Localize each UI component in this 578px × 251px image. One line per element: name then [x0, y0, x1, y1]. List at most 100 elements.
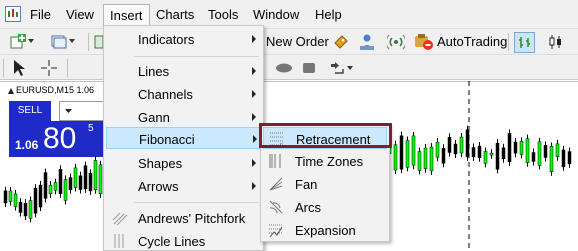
ellipse-icon[interactable] — [275, 63, 293, 73]
rectangle-icon[interactable] — [302, 62, 316, 74]
menu-item-arrows[interactable]: Arrows — [106, 175, 261, 197]
candle-body — [43, 172, 48, 199]
bar-chart-icon — [519, 37, 530, 48]
crosshair-icon[interactable] — [41, 60, 57, 76]
menu-item-gann[interactable]: Gann — [106, 106, 261, 128]
menu-item-label: Fibonacci — [139, 132, 195, 147]
candle-body — [58, 169, 63, 194]
candle-body — [399, 135, 404, 170]
autotrading-button[interactable]: AutoTrading — [437, 34, 507, 49]
candle-body — [78, 175, 83, 190]
menu-window[interactable]: Window — [247, 6, 305, 24]
submenu-arrow-icon — [252, 113, 256, 121]
candle-body — [447, 137, 452, 153]
submenu-arrow-icon — [252, 90, 256, 98]
new-chart-icon[interactable] — [10, 34, 26, 50]
menu-charts[interactable]: Charts — [150, 6, 200, 24]
submenu-item-label: Arcs — [295, 200, 321, 215]
submenu-arrow-icon — [252, 159, 256, 167]
candle-body — [18, 201, 23, 213]
autotrading-icon[interactable] — [414, 33, 434, 51]
menu-item-label: Arrows — [138, 179, 179, 194]
menu-item-andrews-pitchfork[interactable]: Andrews' Pitchfork — [106, 207, 261, 229]
candle-body — [68, 177, 73, 190]
chevron-down-icon[interactable] — [69, 39, 75, 43]
candle-body — [435, 141, 440, 158]
candle-body — [13, 193, 18, 207]
candle-body — [429, 146, 434, 172]
candle-body — [98, 164, 103, 194]
lot-size-field[interactable] — [59, 101, 105, 121]
submenu-item-expansion[interactable]: Expansion — [263, 219, 387, 241]
chevron-down-icon[interactable] — [65, 109, 72, 113]
sell-button[interactable]: SELL — [9, 101, 51, 121]
menu-item-indicators[interactable]: Indicators — [106, 28, 261, 50]
candle-body — [53, 182, 58, 191]
candlestick-icon[interactable] — [547, 34, 563, 50]
submenu-arrow-icon — [252, 67, 256, 75]
menu-item-label: Channels — [138, 87, 193, 102]
candle-body — [501, 147, 506, 160]
submenu-arrow-icon — [252, 35, 256, 43]
profiles-icon[interactable] — [51, 34, 67, 50]
new-order-button[interactable]: New Order — [266, 34, 329, 49]
signals-icon[interactable] — [333, 34, 349, 50]
menu-insert[interactable]: Insert — [103, 4, 150, 26]
submenu-item-time-zones[interactable]: Time Zones — [263, 150, 387, 172]
submenu-item-label: Expansion — [295, 223, 356, 238]
toolbar-separator — [508, 33, 509, 51]
chart-window-icon[interactable] — [5, 6, 21, 22]
toolbar-separator — [88, 33, 89, 51]
candle-body — [405, 140, 410, 168]
candle-body — [507, 133, 512, 163]
candle-body — [513, 141, 518, 154]
menu-item-label: Andrews' Pitchfork — [138, 211, 246, 226]
cursor-arrow-icon[interactable] — [12, 59, 26, 77]
triangle-up-icon — [8, 87, 14, 94]
candle-body — [423, 147, 428, 169]
candle-body — [441, 148, 446, 164]
submenu-arrow-icon — [252, 182, 256, 190]
submenu-item-label: Fan — [295, 177, 318, 192]
menu-separator — [134, 56, 259, 57]
menu-item-lines[interactable]: Lines — [106, 60, 261, 82]
arrows-icon[interactable] — [329, 60, 345, 76]
line-studies-toolbar — [0, 54, 578, 80]
fibo-fan-icon — [269, 177, 283, 191]
submenu-item-fan[interactable]: Fan — [263, 173, 387, 195]
candle-body — [28, 200, 33, 219]
submenu-item-arcs[interactable]: Arcs — [263, 196, 387, 218]
chart-title-text: EURUSD,M15 1.06 — [16, 85, 95, 95]
candle-body — [93, 160, 98, 190]
candle-body — [549, 146, 554, 173]
candle-body — [48, 184, 53, 195]
menu-file[interactable]: File — [24, 6, 57, 24]
candle-body — [567, 151, 572, 165]
menu-item-channels[interactable]: Channels — [106, 83, 261, 105]
menu-item-label: Lines — [138, 64, 170, 79]
chevron-down-icon[interactable] — [28, 39, 34, 43]
broadcast-icon[interactable] — [387, 33, 405, 51]
candle-body — [483, 151, 488, 164]
menu-item-fibonacci[interactable]: Fibonacci — [106, 127, 261, 149]
menu-view[interactable]: View — [60, 6, 100, 24]
candle-body — [417, 151, 422, 171]
menu-help[interactable]: Help — [309, 6, 348, 24]
bar-chart-button[interactable] — [514, 32, 535, 53]
menu-item-shapes[interactable]: Shapes — [106, 152, 261, 174]
chevron-down-icon[interactable] — [347, 66, 353, 70]
candle-body — [23, 202, 28, 217]
candle-body — [393, 144, 398, 171]
menu-item-cycle-lines[interactable]: Cycle Lines — [106, 230, 261, 251]
price-prefix: 1.06 — [15, 138, 39, 152]
one-click-trading-panel: SELL 1.06 80 5 — [9, 101, 105, 157]
sell-price-display[interactable]: 1.06 80 5 — [9, 121, 105, 157]
toolbar-grip — [3, 59, 4, 77]
candle-body — [531, 152, 536, 162]
price-main: 80 — [43, 122, 77, 155]
candle-body — [489, 152, 494, 156]
candle-body — [477, 145, 482, 159]
trader-icon[interactable] — [359, 33, 375, 51]
candle-body — [38, 184, 43, 208]
menu-tools[interactable]: Tools — [202, 6, 244, 24]
